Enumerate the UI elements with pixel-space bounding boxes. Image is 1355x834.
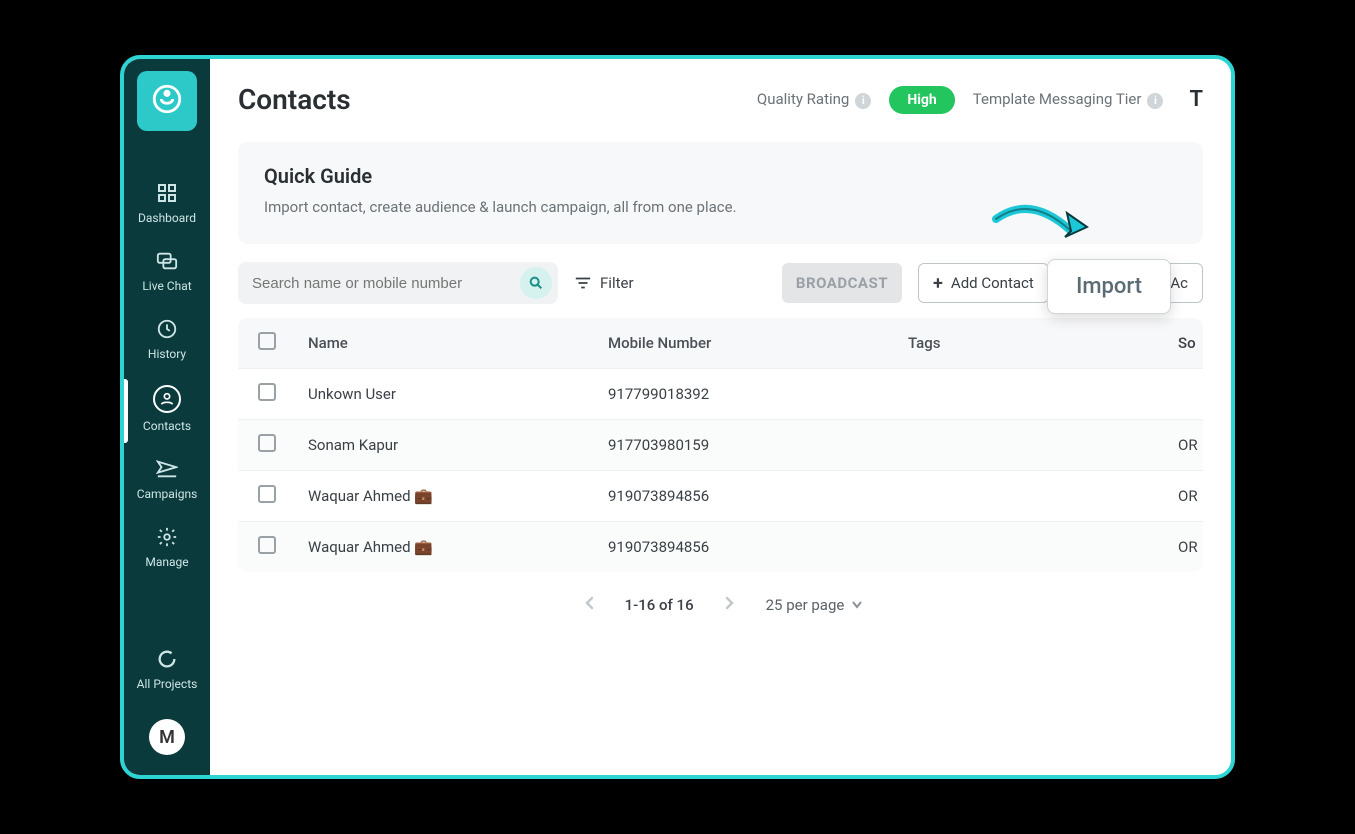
cell-mobile: 919073894856	[608, 487, 908, 505]
search-input[interactable]	[252, 275, 520, 292]
sidebar-item-label: Campaigns	[137, 487, 198, 501]
sidebar-item-campaigns[interactable]: Campaigns	[124, 447, 210, 515]
sidebar-item-label: Manage	[145, 555, 188, 569]
table-row[interactable]: Waquar Ahmed 💼 919073894856 OR	[238, 521, 1203, 572]
sidebar-item-label: Contacts	[143, 419, 191, 433]
table-header: Name Mobile Number Tags So	[238, 318, 1203, 368]
quick-guide-title: Quick Guide	[264, 164, 1177, 188]
chat-icon	[155, 249, 179, 273]
per-page-label: 25 per page	[766, 596, 845, 614]
avatar[interactable]: M	[149, 719, 185, 755]
filter-label: Filter	[600, 274, 634, 292]
avatar-letter: M	[159, 727, 175, 748]
col-tags: Tags	[908, 334, 1178, 352]
filter-icon	[574, 275, 592, 291]
info-icon[interactable]: i	[855, 93, 871, 109]
cell-mobile: 919073894856	[608, 538, 908, 556]
table-row[interactable]: Waquar Ahmed 💼 919073894856 OR	[238, 470, 1203, 521]
per-page-select[interactable]: 25 per page	[766, 596, 863, 614]
callout-import-button[interactable]: Import	[1047, 259, 1171, 314]
quality-rating-badge: High	[889, 86, 954, 114]
cell-name: Unkown User	[308, 385, 608, 403]
sidebar-item-label: Dashboard	[138, 211, 196, 225]
next-page-button[interactable]	[720, 590, 740, 619]
app-logo[interactable]	[137, 71, 197, 131]
chevron-right-icon	[724, 596, 736, 610]
sidebar-item-contacts[interactable]: Contacts	[124, 375, 210, 447]
select-all-checkbox[interactable]	[258, 332, 276, 350]
col-mobile: Mobile Number	[608, 334, 908, 352]
quality-rating-label: Quality Ratingi	[757, 90, 871, 109]
quick-guide-subtitle: Import contact, create audience & launch…	[264, 198, 1177, 216]
sidebar: Dashboard Live Chat History Contacts Cam	[124, 59, 210, 775]
sidebar-item-history[interactable]: History	[124, 307, 210, 375]
pagination: 1-16 of 16 25 per page	[210, 572, 1231, 619]
chevron-left-icon	[583, 596, 595, 610]
tier-value-partial: T	[1189, 87, 1203, 112]
cell-mobile: 917703980159	[608, 436, 908, 454]
sidebar-item-label: Live Chat	[142, 279, 191, 293]
sidebar-item-live-chat[interactable]: Live Chat	[124, 239, 210, 307]
table-row[interactable]: Sonam Kapur 917703980159 OR	[238, 419, 1203, 470]
cell-source: OR	[1178, 487, 1203, 505]
col-source-partial: So	[1178, 334, 1202, 352]
cell-name: Waquar Ahmed 💼	[308, 487, 608, 505]
sidebar-item-manage[interactable]: Manage	[124, 515, 210, 583]
page-title: Contacts	[238, 83, 739, 116]
quick-guide-card: Quick Guide Import contact, create audie…	[238, 142, 1203, 244]
page-range: 1-16 of 16	[625, 596, 694, 614]
table-row[interactable]: Unkown User 917799018392	[238, 368, 1203, 419]
filter-button[interactable]: Filter	[574, 274, 634, 292]
gear-icon	[155, 525, 179, 549]
contacts-table: Name Mobile Number Tags So Unkown User 9…	[238, 318, 1203, 572]
search-wrap	[238, 262, 558, 304]
grid-icon	[155, 181, 179, 205]
sidebar-item-label: All Projects	[137, 677, 198, 691]
row-checkbox[interactable]	[258, 485, 276, 503]
chevron-down-icon	[852, 601, 862, 609]
row-checkbox[interactable]	[258, 383, 276, 401]
row-checkbox[interactable]	[258, 536, 276, 554]
cell-source: OR	[1178, 436, 1203, 454]
main-content: Contacts Quality Ratingi High Template M…	[210, 59, 1231, 775]
template-tier-label: Template Messaging Tieri	[973, 90, 1164, 109]
contacts-icon	[153, 385, 181, 413]
info-icon[interactable]: i	[1147, 93, 1163, 109]
history-icon	[155, 317, 179, 341]
row-checkbox[interactable]	[258, 434, 276, 452]
add-contact-button[interactable]: + Add Contact	[918, 263, 1049, 303]
sidebar-item-dashboard[interactable]: Dashboard	[124, 171, 210, 239]
search-icon	[528, 275, 544, 291]
phone-icon	[150, 82, 184, 120]
plus-icon: +	[933, 273, 943, 294]
sidebar-item-all-projects[interactable]: All Projects	[124, 637, 210, 705]
prev-page-button[interactable]	[579, 590, 599, 619]
app-frame: Dashboard Live Chat History Contacts Cam	[120, 55, 1235, 779]
search-button[interactable]	[520, 267, 552, 299]
cell-name: Waquar Ahmed 💼	[308, 538, 608, 556]
col-name: Name	[308, 334, 608, 352]
add-contact-label: Add Contact	[951, 274, 1034, 292]
cell-source: OR	[1178, 538, 1203, 556]
cell-name: Sonam Kapur	[308, 436, 608, 454]
broadcast-button: BROADCAST	[782, 263, 902, 303]
topbar: Contacts Quality Ratingi High Template M…	[210, 59, 1231, 136]
refresh-icon	[155, 647, 179, 671]
plane-icon	[155, 457, 179, 481]
sidebar-item-label: History	[148, 347, 186, 361]
cell-mobile: 917799018392	[608, 385, 908, 403]
